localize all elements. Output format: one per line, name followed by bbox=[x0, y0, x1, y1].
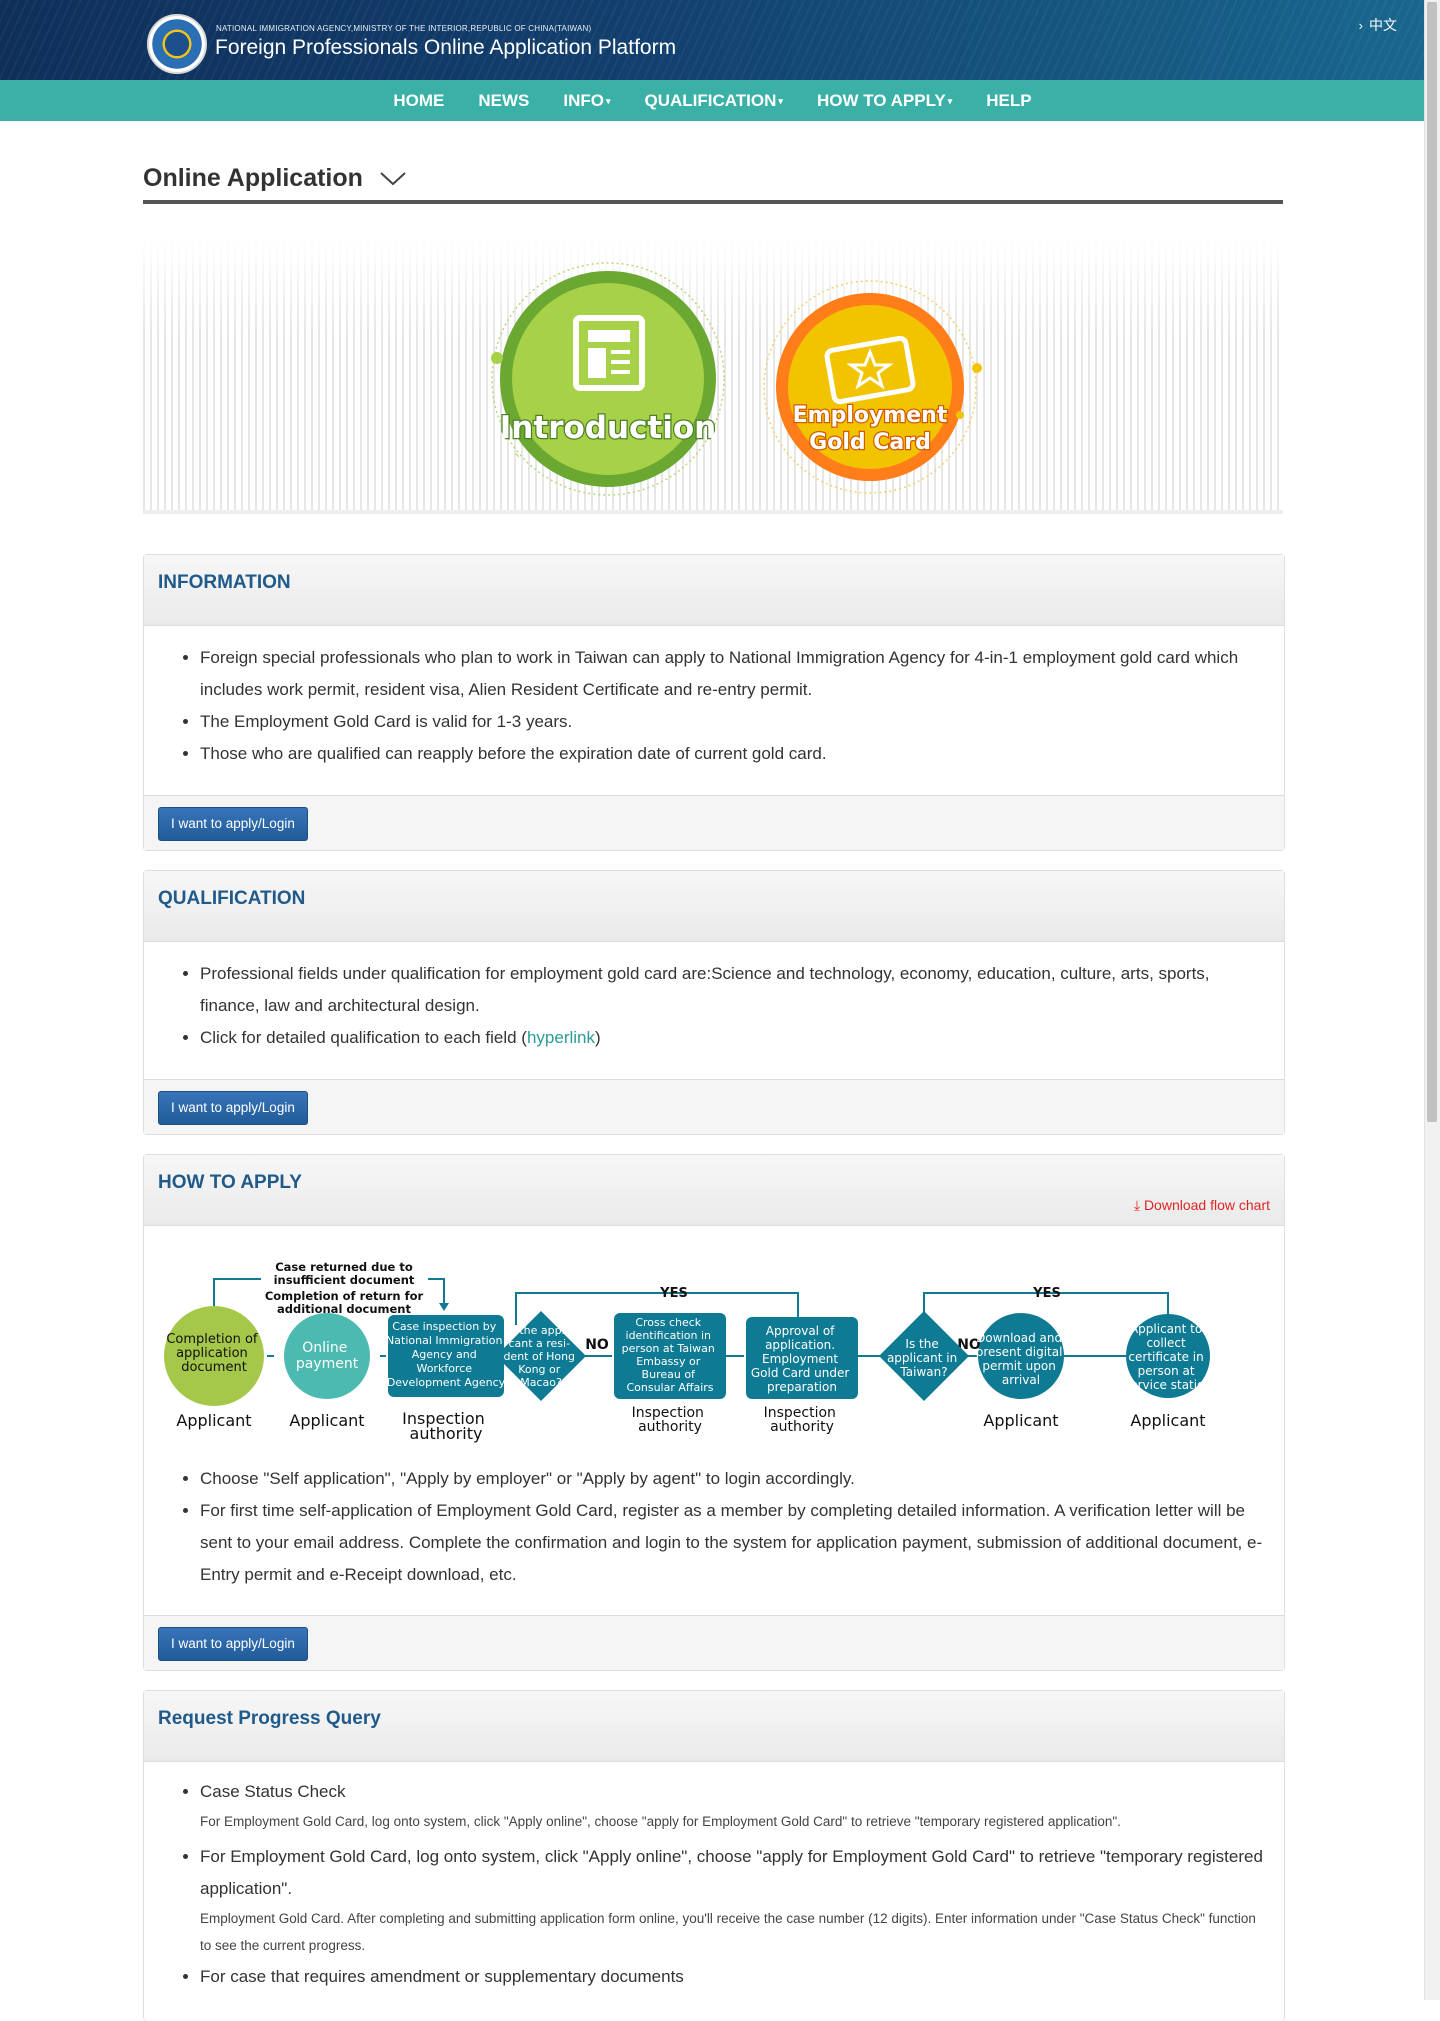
qualification-link-prefix: Click for detailed qualification to each… bbox=[200, 1028, 527, 1047]
agency-logo[interactable] bbox=[147, 14, 207, 74]
download-flow-chart-link[interactable]: ⤓ Download flow chart bbox=[1134, 1197, 1270, 1214]
completion-return-line-2: additional document bbox=[277, 1302, 412, 1316]
application-banner: Introduction Employment Gold Card bbox=[143, 240, 1283, 514]
agency-name: NATIONAL IMMIGRATION AGENCY,MINISTRY OF … bbox=[216, 24, 592, 33]
nav-info-dropdown[interactable]: INFO ▾ bbox=[563, 91, 610, 111]
list-item: For Employment Gold Card, log onto syste… bbox=[200, 1841, 1268, 1959]
progress-title: Request Progress Query bbox=[158, 1708, 381, 1729]
list-item: Professional fields under qualification … bbox=[200, 958, 1268, 1022]
node9-text: Applicant to collect certificate in pers… bbox=[1124, 1322, 1212, 1392]
language-switch-link[interactable]: › 中文 bbox=[1359, 15, 1397, 35]
nav-info-label: INFO bbox=[563, 90, 604, 110]
apply-login-button[interactable]: I want to apply/Login bbox=[158, 1627, 308, 1661]
introduction-button[interactable]: Introduction bbox=[489, 260, 727, 498]
qualification-link-suffix: ) bbox=[595, 1028, 601, 1047]
progress-item-title: For Employment Gold Card, log onto syste… bbox=[200, 1847, 1263, 1898]
download-label: Download flow chart bbox=[1143, 1197, 1270, 1213]
application-flow-chart: Case returned due to insufficient docume… bbox=[164, 1260, 1212, 1443]
qualification-list: Professional fields under qualification … bbox=[160, 958, 1268, 1054]
introduction-label: Introduction bbox=[500, 410, 716, 446]
panel-body: Case Status Check For Employment Gold Ca… bbox=[144, 1762, 1284, 2011]
list-item: Case Status Check For Employment Gold Ca… bbox=[200, 1776, 1268, 1835]
nav-qualification-dropdown[interactable]: QUALIFICATION ▾ bbox=[645, 91, 783, 111]
apply-login-button[interactable]: I want to apply/Login bbox=[158, 1091, 308, 1125]
panel-body: Foreign special professionals who plan t… bbox=[144, 626, 1284, 795]
panel-footer: I want to apply/Login bbox=[144, 795, 1284, 850]
qualification-panel: QUALIFICATION Professional fields under … bbox=[143, 870, 1285, 1135]
no-label-1: NO bbox=[585, 1337, 609, 1353]
nav-qualification-label: QUALIFICATION bbox=[644, 90, 777, 110]
employment-gold-card-button[interactable]: Employment Gold Card bbox=[755, 272, 985, 502]
panel-footer: I want to apply/Login bbox=[144, 1615, 1284, 1670]
how-to-apply-list: Choose "Self application", "Apply by emp… bbox=[160, 1463, 1268, 1591]
list-item: Choose "Self application", "Apply by emp… bbox=[200, 1463, 1268, 1495]
node8-role: Applicant bbox=[983, 1411, 1058, 1430]
request-progress-panel: Request Progress Query Case Status Check… bbox=[143, 1690, 1285, 2021]
qualification-title: QUALIFICATION bbox=[158, 888, 306, 909]
information-title: INFORMATION bbox=[158, 572, 291, 593]
site-header: NATIONAL IMMIGRATION AGENCY,MINISTRY OF … bbox=[0, 0, 1425, 80]
page-title: Online Application bbox=[143, 164, 363, 192]
platform-title[interactable]: Foreign Professionals Online Application… bbox=[215, 36, 676, 60]
list-item: For first time self-application of Emplo… bbox=[200, 1495, 1268, 1591]
scrollbar-thumb[interactable] bbox=[1427, 2, 1437, 1122]
nav-home[interactable]: HOME bbox=[393, 91, 444, 111]
node4-text: Is the appli- cant a resi- dent of Hong … bbox=[503, 1324, 578, 1389]
page-title-bar: Online Application bbox=[143, 160, 1283, 204]
progress-item-note: For Employment Gold Card, log onto syste… bbox=[200, 1814, 1121, 1829]
apply-login-button[interactable]: I want to apply/Login bbox=[158, 807, 308, 841]
returned-line-2: insufficient document bbox=[274, 1273, 415, 1287]
list-item: Click for detailed qualification to each… bbox=[200, 1022, 1268, 1054]
list-item: Those who are qualified can reapply befo… bbox=[200, 738, 1268, 770]
progress-item-title: Case Status Check bbox=[200, 1782, 346, 1801]
node9-role: Applicant bbox=[1130, 1411, 1205, 1430]
information-list: Foreign special professionals who plan t… bbox=[160, 642, 1268, 770]
node2-text: Online payment bbox=[296, 1340, 359, 1372]
nav-how-to-apply-dropdown[interactable]: HOW TO APPLY ▾ bbox=[817, 91, 952, 111]
returned-line-1: Case returned due to bbox=[275, 1260, 413, 1274]
nav-how-to-apply-label: HOW TO APPLY bbox=[816, 90, 946, 110]
nav-news[interactable]: NEWS bbox=[478, 91, 529, 111]
nav-help[interactable]: HELP bbox=[986, 91, 1031, 111]
panel-heading: QUALIFICATION bbox=[144, 871, 1284, 942]
panel-footer: I want to apply/Login bbox=[144, 1079, 1284, 1134]
qualification-hyperlink[interactable]: hyperlink bbox=[527, 1028, 595, 1047]
chevron-down-icon[interactable] bbox=[378, 168, 408, 188]
panel-body: Professional fields under qualification … bbox=[144, 942, 1284, 1079]
list-item: Foreign special professionals who plan t… bbox=[200, 642, 1268, 706]
completion-return-line-1: Completion of return for bbox=[265, 1289, 424, 1303]
caret-down-icon: ▾ bbox=[947, 95, 953, 106]
information-panel: INFORMATION Foreign special professional… bbox=[143, 554, 1285, 851]
node6-role: Inspection authority bbox=[764, 1405, 841, 1435]
language-label: 中文 bbox=[1369, 17, 1397, 33]
panel-heading: INFORMATION bbox=[144, 555, 1284, 626]
gold-card-label-1: Employment bbox=[793, 403, 948, 428]
how-to-apply-title: HOW TO APPLY bbox=[158, 1172, 302, 1193]
list-item: For case that requires amendment or supp… bbox=[200, 1961, 1268, 1993]
caret-down-icon: ▾ bbox=[778, 95, 783, 106]
main-nav: HOME NEWS INFO ▾ QUALIFICATION ▾ HOW TO AP… bbox=[0, 80, 1425, 121]
how-to-apply-panel: HOW TO APPLY ⤓ Download flow chart Case … bbox=[143, 1154, 1285, 1671]
list-item: The Employment Gold Card is valid for 1-… bbox=[200, 706, 1268, 738]
yes-label-2: YES bbox=[1032, 1286, 1061, 1301]
yes-label-1: YES bbox=[659, 1286, 688, 1301]
node2-role: Applicant bbox=[289, 1411, 364, 1430]
chevron-right-icon: › bbox=[1358, 18, 1363, 33]
download-icon: ⤓ bbox=[1133, 1197, 1144, 1213]
gold-card-label-2: Gold Card bbox=[809, 430, 931, 455]
node1-role: Applicant bbox=[176, 1411, 251, 1430]
node5-role: Inspection authority bbox=[632, 1405, 709, 1435]
panel-heading: Request Progress Query bbox=[144, 1691, 1284, 1762]
vertical-scrollbar[interactable] bbox=[1424, 0, 1440, 2000]
node3-role: Inspection authority bbox=[402, 1409, 490, 1443]
progress-list: Case Status Check For Employment Gold Ca… bbox=[160, 1776, 1268, 1993]
panel-heading: HOW TO APPLY ⤓ Download flow chart bbox=[144, 1155, 1284, 1226]
caret-down-icon: ▾ bbox=[605, 95, 611, 106]
progress-item-note: Employment Gold Card. After completing a… bbox=[200, 1911, 1256, 1953]
header-pattern bbox=[0, 0, 1425, 80]
panel-body: Choose "Self application", "Apply by emp… bbox=[144, 1463, 1284, 1591]
